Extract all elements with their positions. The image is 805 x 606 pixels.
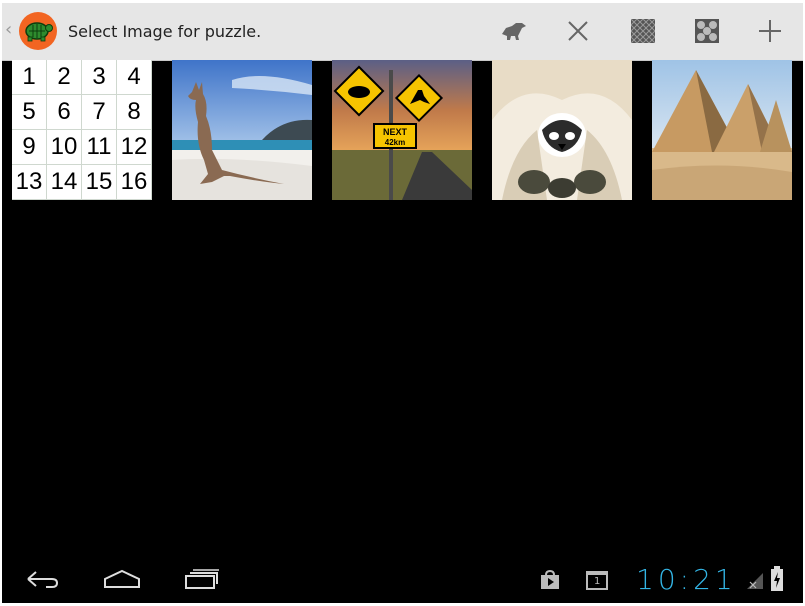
- number-cell: 7: [82, 95, 117, 130]
- number-cell: 6: [47, 95, 82, 130]
- number-cell: 14: [47, 165, 82, 200]
- number-cell: 2: [47, 60, 82, 95]
- dinosaur-icon[interactable]: [499, 16, 529, 46]
- number-cell: 11: [82, 130, 117, 165]
- thumbnail-penguin[interactable]: [492, 60, 632, 200]
- close-icon[interactable]: [563, 16, 593, 46]
- recent-apps-icon[interactable]: [178, 564, 226, 594]
- number-cell: 5: [12, 95, 47, 130]
- penguin-image: [492, 60, 632, 200]
- thumbnail-kangaroo[interactable]: [172, 60, 312, 200]
- page-title: Select Image for puzzle.: [68, 22, 262, 41]
- number-grid: 1 2 3 4 5 6 7 8 9 10 11 12 13 14 15 16: [12, 60, 152, 200]
- number-cell: 13: [12, 165, 47, 200]
- thumbnail-pyramids[interactable]: [652, 60, 792, 200]
- calendar-icon[interactable]: 1: [586, 570, 608, 594]
- plus-icon[interactable]: [755, 16, 785, 46]
- number-cell: 4: [117, 60, 152, 95]
- chevron-left-icon[interactable]: ‹: [5, 20, 12, 40]
- thumbnail-road-sign[interactable]: NEXT 42km: [332, 60, 472, 200]
- turtle-icon[interactable]: [18, 11, 58, 51]
- play-store-icon[interactable]: [539, 569, 561, 594]
- action-bar: ‹ Select Image for puzzle.: [2, 3, 803, 61]
- clock[interactable]: 10:21: [636, 562, 737, 598]
- sign-text-next: NEXT: [383, 127, 408, 137]
- number-cell: 10: [47, 130, 82, 165]
- grid-pattern-icon[interactable]: [628, 16, 658, 46]
- number-cell: 12: [117, 130, 152, 165]
- kangaroo-image: [172, 60, 312, 200]
- pyramids-image: [652, 60, 792, 200]
- diamond-grid-icon[interactable]: [692, 16, 722, 46]
- signal-icon: [746, 572, 764, 594]
- number-cell: 16: [117, 165, 152, 200]
- number-cell: 3: [82, 60, 117, 95]
- sign-text-distance: 42km: [385, 138, 405, 147]
- battery-charging-icon: [770, 566, 784, 596]
- system-nav-bar: 1 10:21: [2, 556, 803, 603]
- back-icon[interactable]: [18, 564, 66, 594]
- thumbnail-numbers[interactable]: 1 2 3 4 5 6 7 8 9 10 11 12 13 14 15 16: [12, 60, 152, 200]
- number-cell: 8: [117, 95, 152, 130]
- app-window: ‹ Select Image for puzzle. 1 2 3 4 5 6 7…: [2, 3, 803, 603]
- number-cell: 1: [12, 60, 47, 95]
- home-icon[interactable]: [98, 564, 146, 594]
- road-sign-image: NEXT 42km: [332, 60, 472, 200]
- calendar-day: 1: [594, 576, 601, 587]
- number-cell: 15: [82, 165, 117, 200]
- number-cell: 9: [12, 130, 47, 165]
